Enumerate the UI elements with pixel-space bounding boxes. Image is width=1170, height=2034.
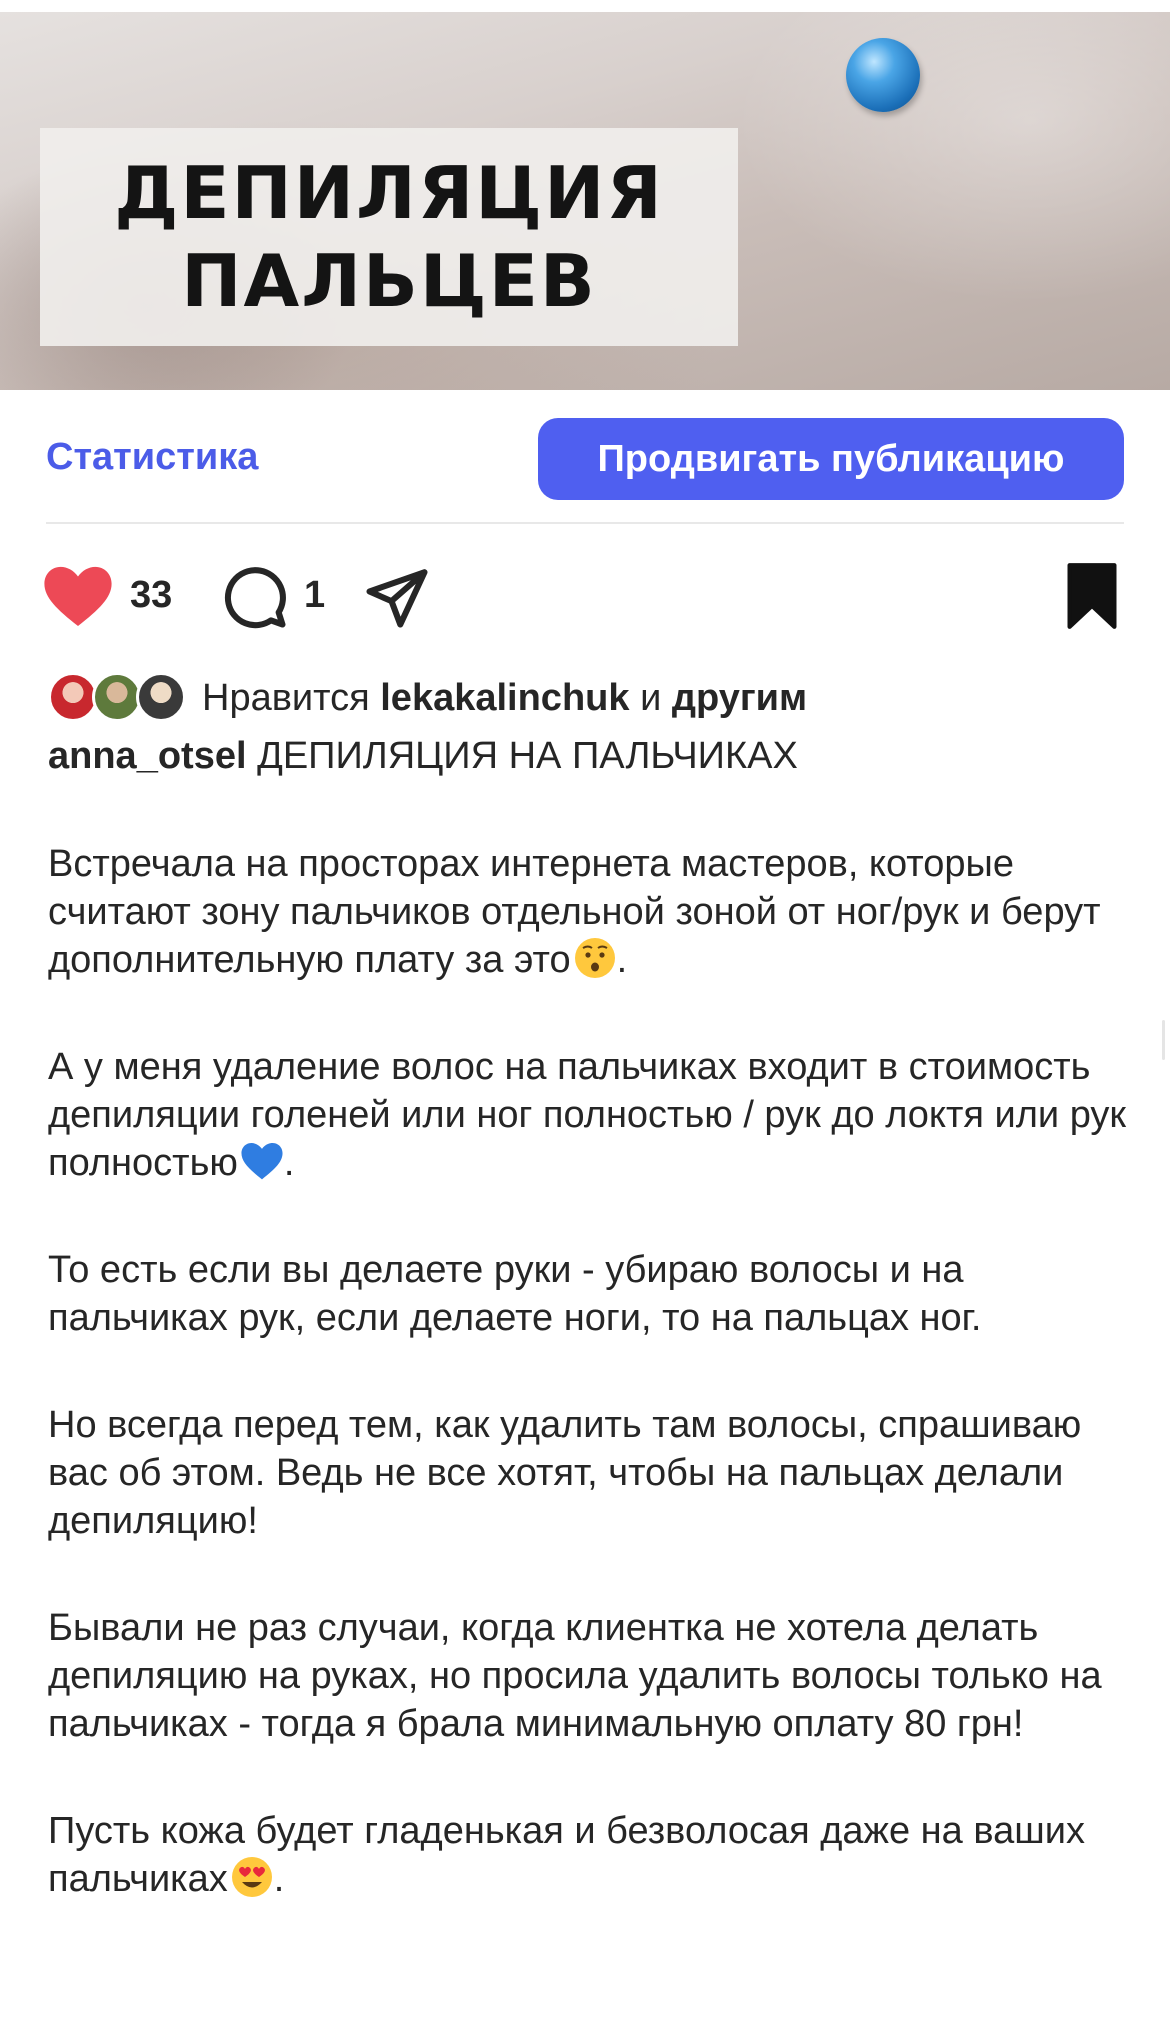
caption-paragraph: Встречала на просторах интернета мастеро… [48, 843, 1101, 981]
divider [46, 522, 1124, 524]
post-image[interactable]: ДЕПИЛЯЦИЯ ПАЛЬЦЕВ [0, 0, 1170, 390]
caption-paragraph: А у меня удаление волос на пальчиках вхо… [48, 1046, 1127, 1184]
liked-by-others[interactable]: другим [672, 677, 807, 720]
caption-paragraph: То есть если вы делаете руки - убираю во… [48, 1249, 982, 1339]
share-icon[interactable] [364, 564, 430, 635]
image-title-box: ДЕПИЛЯЦИЯ ПАЛЬЦЕВ [40, 128, 738, 346]
blue-heart-emoji [240, 1139, 284, 1183]
blue-wax-bead [846, 38, 920, 112]
caption-header: anna_otsel ДЕПИЛЯЦИЯ НА ПАЛЬЧИКАХ [48, 735, 798, 778]
promote-post-button[interactable]: Продвигать публикацию [538, 418, 1124, 500]
caption-headline: ДЕПИЛЯЦИЯ НА ПАЛЬЧИКАХ [257, 735, 798, 777]
liked-by-user[interactable]: lekakalinchuk [380, 677, 629, 720]
comments-count: 1 [304, 574, 326, 616]
hushed-face-emoji [573, 936, 617, 980]
post-actions-bar: Статистика Продвигать публикацию [0, 414, 1170, 504]
avatar [92, 672, 142, 722]
scroll-indicator[interactable] [1162, 1020, 1165, 1060]
image-top-edge [0, 0, 1170, 12]
heart-icon[interactable] [42, 564, 114, 633]
image-title: ДЕПИЛЯЦИЯ ПАЛЬЦЕВ [114, 151, 664, 323]
avatar [48, 672, 98, 722]
avatar [136, 672, 186, 722]
caption-body: Встречала на просторах интернета мастеро… [48, 840, 1138, 1962]
engagement-bar: 33 1 [0, 556, 1170, 636]
liked-by-prefix: Нравится [202, 676, 370, 719]
caption-username[interactable]: anna_otsel [48, 735, 247, 777]
bookmark-icon[interactable] [1064, 562, 1120, 635]
caption-paragraph: Пусть кожа будет гладенькая и безволосая… [48, 1810, 1085, 1900]
liked-by-line[interactable]: Нравится lekakalinchuk и другим [48, 670, 807, 726]
caption-paragraph: Но всегда перед тем, как удалить там вол… [48, 1404, 1082, 1542]
statistics-link[interactable]: Статистика [46, 436, 258, 479]
liked-by-connector: и [640, 676, 662, 719]
likes-count: 33 [130, 574, 173, 616]
heart-eyes-emoji [230, 1855, 274, 1899]
caption-paragraph: Бывали не раз случаи, когда клиентка не … [48, 1607, 1102, 1745]
liker-avatars [48, 670, 188, 726]
comment-icon[interactable] [222, 564, 288, 635]
